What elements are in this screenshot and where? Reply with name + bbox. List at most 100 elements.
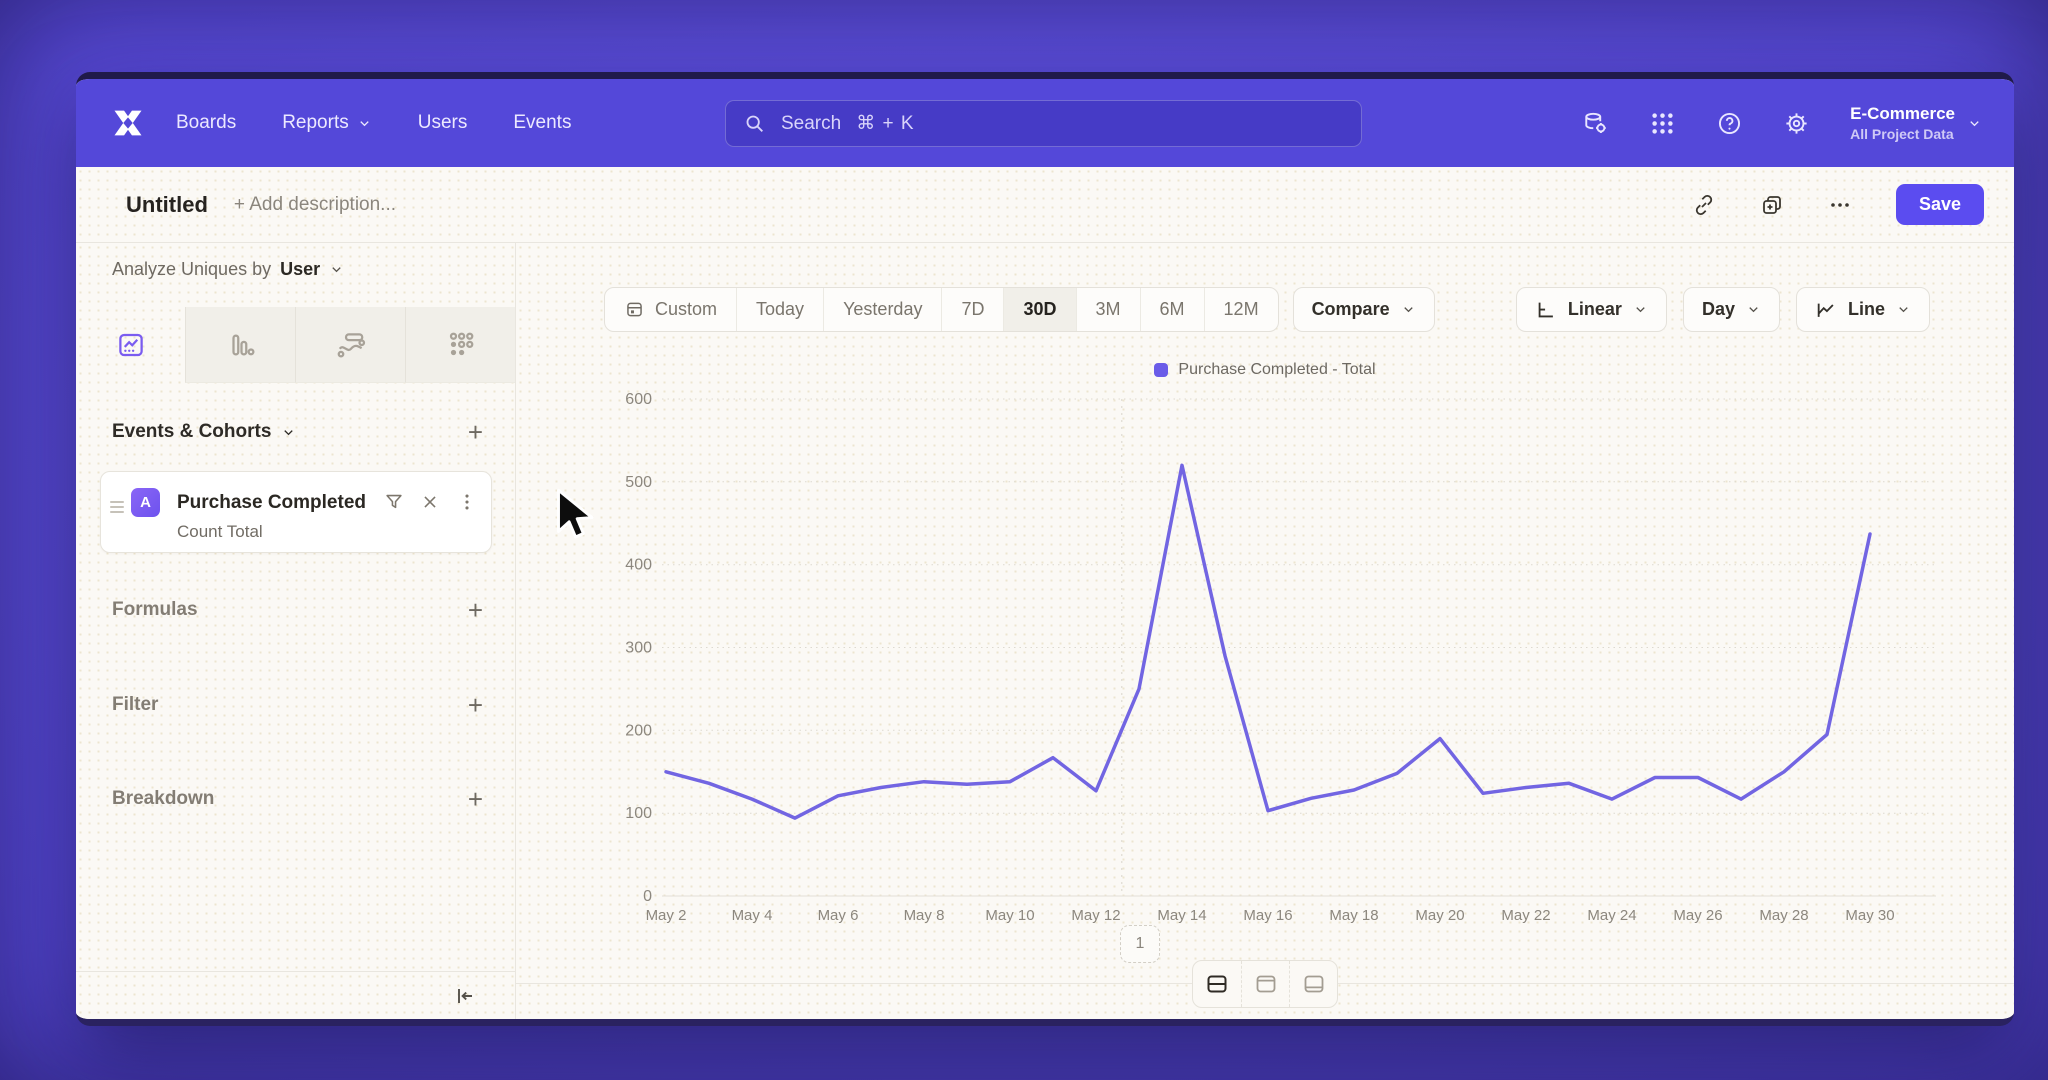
range-6m[interactable]: 6M — [1140, 288, 1204, 331]
range-12m[interactable]: 12M — [1204, 288, 1278, 331]
duplicate-icon[interactable] — [1760, 193, 1784, 217]
event-aggregation[interactable]: Count Total — [177, 522, 263, 542]
group-label: Breakdown — [112, 788, 214, 810]
copy-link-icon[interactable] — [1692, 193, 1716, 217]
nav-right-cluster: E-Commerce All Project Data — [1582, 104, 1982, 142]
add-breakdown-button[interactable]: + — [468, 786, 483, 812]
analyze-prefix: Analyze Uniques by — [112, 259, 271, 280]
nav-link-label: Events — [513, 112, 571, 134]
add-event-button[interactable]: + — [468, 419, 483, 445]
tab-retention[interactable] — [405, 307, 515, 383]
compare-label: Compare — [1312, 299, 1390, 320]
nav-link-boards[interactable]: Boards — [176, 112, 236, 134]
drag-handle-icon[interactable] — [110, 498, 124, 516]
nav-link-events[interactable]: Events — [513, 112, 571, 134]
event-card-purchase-completed[interactable]: A Purchase Completed Count Total — [100, 471, 492, 553]
analyze-uniques-dropdown[interactable]: Analyze Uniques by User — [112, 259, 344, 280]
chevron-down-icon — [1746, 302, 1761, 317]
range-custom[interactable]: Custom — [605, 288, 736, 331]
calendar-icon — [624, 299, 645, 320]
scale-label: Linear — [1568, 299, 1622, 320]
add-formulas-button[interactable]: + — [468, 597, 483, 623]
events-cohorts-toggle[interactable]: Events & Cohorts — [112, 421, 296, 443]
collapse-sidebar-icon[interactable] — [453, 984, 477, 1008]
chart-controls-row: CustomTodayYesterday7D 30D 3M 6M12M Compare… — [604, 287, 1930, 332]
scale-selector-button[interactable]: Linear — [1516, 287, 1667, 332]
search-icon — [744, 113, 766, 135]
chart-panel: CustomTodayYesterday7D 30D 3M 6M12M Compare… — [516, 243, 2014, 1019]
date-range-selector: CustomTodayYesterday7D 30D 3M 6M12M — [604, 287, 1279, 332]
chevron-down-icon — [1633, 302, 1648, 317]
x-axis-tick: May 6 — [818, 907, 859, 924]
layout-toggle-2[interactable] — [1241, 961, 1289, 1007]
report-title[interactable]: Untitled — [126, 192, 208, 218]
help-icon[interactable] — [1716, 110, 1743, 137]
x-axis-tick: May 10 — [985, 907, 1034, 924]
x-axis-tick: May 8 — [904, 907, 945, 924]
line-chart[interactable]: 0100200300400500600May 2May 4May 6May 8M… — [596, 388, 1966, 933]
legend-item[interactable]: Purchase Completed - Total — [1154, 361, 1375, 379]
search-shortcut: ⌘ + K — [856, 112, 914, 135]
range-yesterday[interactable]: Yesterday — [823, 288, 941, 331]
y-axis-tick: 400 — [625, 557, 652, 574]
search-input[interactable]: Search ⌘ + K — [725, 100, 1362, 147]
tab-bar-chart[interactable] — [185, 307, 295, 383]
y-axis-tick: 500 — [625, 474, 652, 491]
visualization-tabs — [76, 307, 515, 383]
retention-dots-icon — [446, 330, 476, 360]
chart-type-selector-button[interactable]: Line — [1796, 287, 1930, 332]
tab-flow[interactable] — [295, 307, 405, 383]
nav-link-users[interactable]: Users — [418, 112, 468, 134]
x-axis-tick: May 20 — [1415, 907, 1464, 924]
chevron-down-icon — [1967, 116, 1982, 131]
add-filter-button[interactable]: + — [468, 692, 483, 718]
linear-scale-icon — [1535, 299, 1557, 321]
sidebar-group-filter: Filter+ — [112, 692, 483, 718]
tab-insights-line[interactable] — [76, 307, 185, 383]
events-cohorts-label: Events & Cohorts — [112, 421, 271, 443]
nav-link-reports[interactable]: Reports — [282, 112, 372, 134]
app-window: Boards Reports Users Events Search ⌘ + K — [76, 72, 2014, 1026]
desktop-background: Boards Reports Users Events Search ⌘ + K — [0, 0, 2048, 1080]
mixpanel-logo-icon[interactable] — [110, 105, 146, 141]
chevron-down-icon — [1896, 302, 1911, 317]
filter-funnel-icon[interactable] — [383, 491, 405, 513]
event-more-options-icon[interactable] — [456, 491, 478, 513]
range-30d[interactable]: 30D — [1003, 288, 1075, 331]
save-button[interactable]: Save — [1896, 184, 1984, 225]
sidebar-group-formulas: Formulas+ — [112, 597, 483, 623]
remove-event-icon[interactable] — [419, 491, 441, 513]
settings-icon[interactable] — [1783, 110, 1810, 137]
range-today[interactable]: Today — [736, 288, 823, 331]
project-switcher[interactable]: E-Commerce All Project Data — [1850, 104, 1982, 142]
series-line-purchase-completed[interactable] — [666, 465, 1870, 818]
chevron-down-icon — [1401, 302, 1416, 317]
report-title-bar: Untitled + Add description... — [76, 167, 2014, 243]
range-label: 30D — [1023, 299, 1056, 320]
y-axis-tick: 0 — [643, 888, 652, 905]
x-axis-tick: May 30 — [1845, 907, 1894, 924]
split-rows-icon — [1205, 972, 1229, 996]
range-label: 3M — [1096, 299, 1121, 320]
data-management-icon[interactable] — [1582, 110, 1609, 137]
range-3m[interactable]: 3M — [1076, 288, 1140, 331]
panel-top-icon — [1254, 972, 1278, 996]
apps-grid-icon[interactable] — [1649, 110, 1676, 137]
pagination-page-1[interactable]: 1 — [1120, 925, 1160, 963]
compare-button[interactable]: Compare — [1293, 287, 1435, 332]
range-7d[interactable]: 7D — [941, 288, 1003, 331]
event-name[interactable]: Purchase Completed — [177, 492, 366, 514]
layout-toggle-3[interactable] — [1289, 961, 1337, 1007]
legend-swatch — [1154, 363, 1168, 377]
legend-label: Purchase Completed - Total — [1178, 361, 1375, 379]
chevron-down-icon — [357, 116, 372, 131]
add-description-field[interactable]: + Add description... — [234, 194, 396, 216]
layout-toggle-1[interactable] — [1193, 961, 1241, 1007]
sidebar-footer — [76, 971, 515, 1019]
more-options-icon[interactable] — [1828, 193, 1852, 217]
project-name: E-Commerce — [1850, 104, 1955, 124]
search-placeholder: Search — [781, 113, 841, 135]
x-axis-tick: May 16 — [1243, 907, 1292, 924]
x-axis-tick: May 4 — [732, 907, 773, 924]
interval-selector-button[interactable]: Day — [1683, 287, 1780, 332]
